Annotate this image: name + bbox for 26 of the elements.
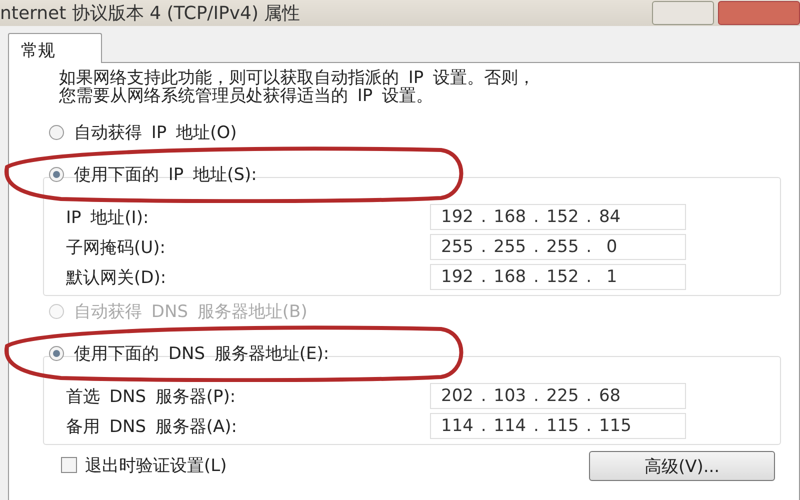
field-label: 备用 DNS 服务器(A): [66,416,238,438]
maximize-button[interactable] [652,1,714,25]
field-label: 默认网关(D): [66,266,168,288]
field-label: 首选 DNS 服务器(P): [66,386,237,408]
radio-label: 使用下面的 IP 地址(S): [74,164,257,186]
description-text: 如果网络支持此功能，则可以获取自动指派的 IP 设置。否则， [59,69,536,87]
description-text: 您需要从网络系统管理员处获得适当的 IP 设置。 [59,87,434,105]
field-label: IP 地址(I): [66,206,150,228]
close-button[interactable] [718,1,800,25]
radio-label: 自动获得 DNS 服务器地址(B) [74,300,308,322]
window-title: nternet 协议版本 4 (TCP/IPv4) 属性 [0,2,302,25]
tab[interactable]: 常规 [8,33,102,63]
ip-address-field[interactable]: 192 . 168 . 152 . 1 [430,264,686,290]
checkbox-label: 退出时验证设置(L) [85,454,228,476]
radio-label: 使用下面的 DNS 服务器地址(E): [74,342,330,364]
radio-button[interactable] [49,346,64,360]
radio-button[interactable] [49,166,64,182]
checkbox[interactable] [61,457,77,473]
ip-address-field[interactable]: 202 . 103 . 225 . 68 [430,383,686,409]
ip-address-field[interactable]: 255 . 255 . 255 . 0 [430,234,686,260]
advanced-button[interactable]: 高级(V)... [589,451,775,481]
field-label: 子网掩码(U): [66,236,166,258]
radio-label: 自动获得 IP 地址(O) [74,122,237,144]
ip-address-field[interactable]: 192 . 168 . 152 . 84 [430,204,686,230]
radio-button[interactable] [49,124,64,140]
ip-address-field[interactable]: 114 . 114 . 115 . 115 [430,413,686,439]
